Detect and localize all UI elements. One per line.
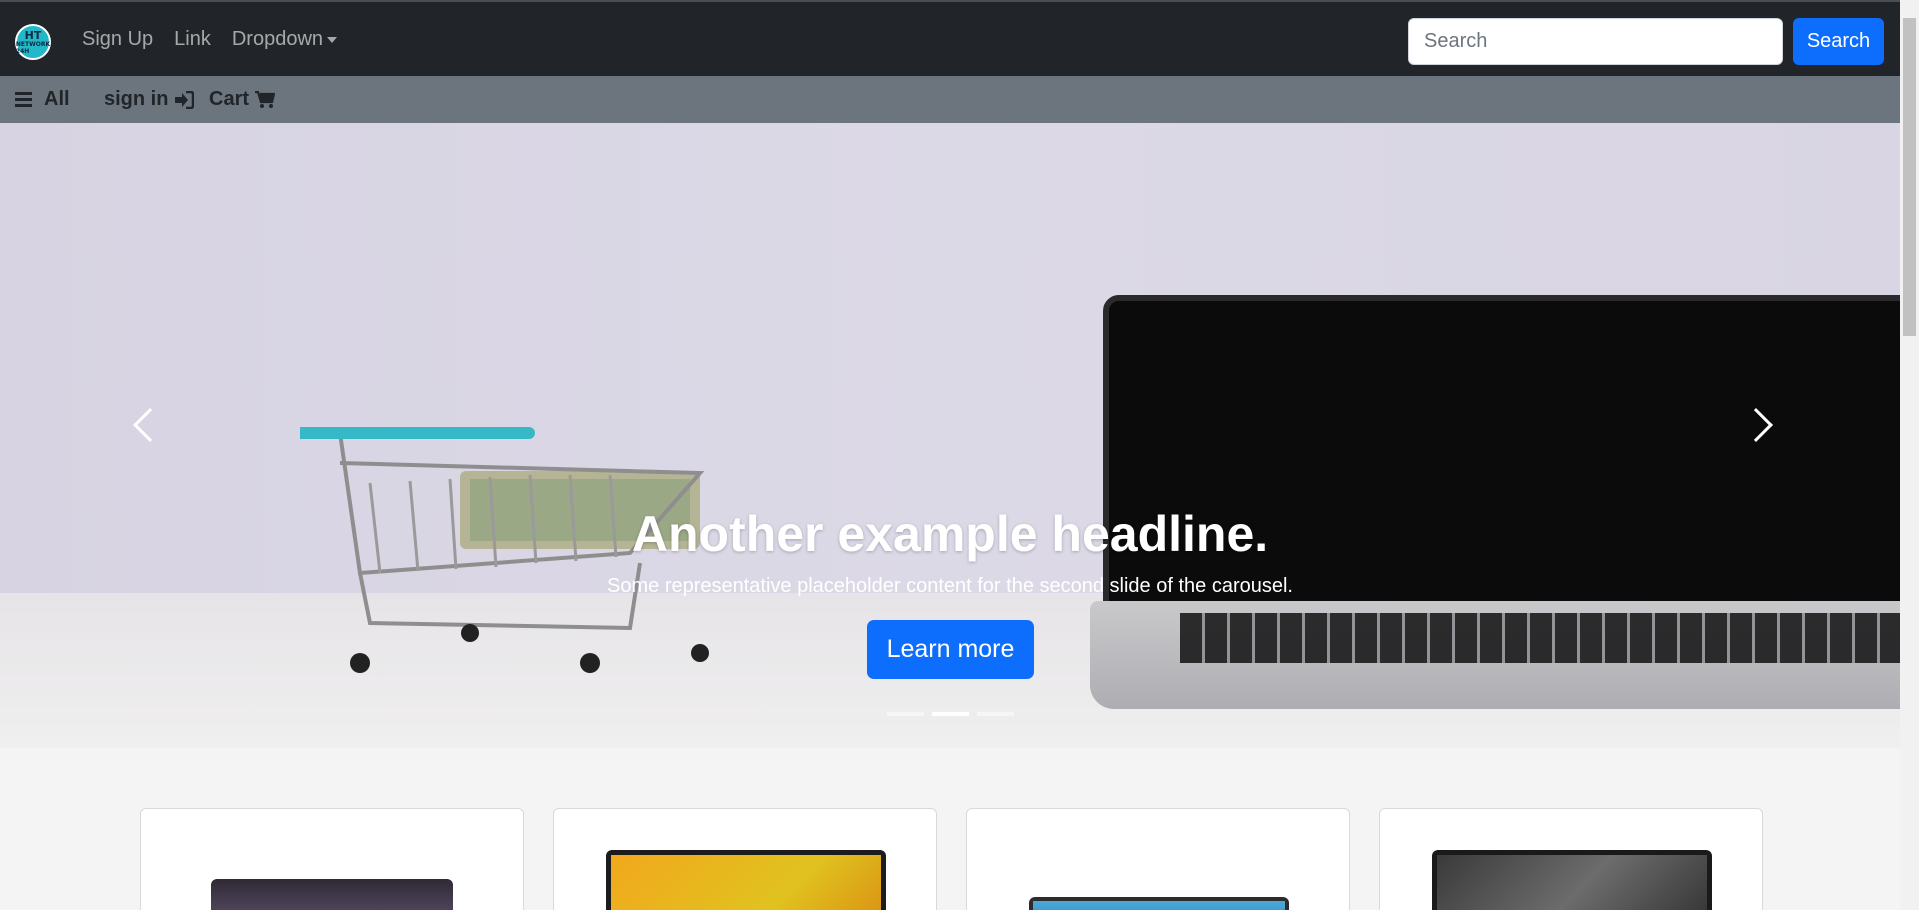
laptop-image [1103,295,1900,615]
caret-down-icon [327,36,338,43]
top-nav-links: Sign Up Link Dropdown [82,28,338,51]
brand-logo[interactable]: HT NETWORK 24H [15,24,51,60]
learn-more-button[interactable]: Learn more [867,620,1034,679]
product-card[interactable] [553,808,937,910]
carousel-text: Some representative placeholder content … [607,575,1293,597]
carousel-indicator-2[interactable] [932,712,969,716]
carousel-indicator-3[interactable] [977,712,1014,716]
nav-link-link[interactable]: Link [174,28,211,51]
product-image [1029,897,1289,910]
product-image [606,850,886,910]
cart-icon [255,90,276,108]
cart-link[interactable]: Cart [209,88,276,111]
nav-dropdown[interactable]: Dropdown [231,28,338,51]
hero-carousel: Another example headline. Some represent… [0,123,1900,748]
scrollbar-thumb[interactable] [1903,18,1916,336]
product-card[interactable] [140,808,524,910]
top-navbar: HT NETWORK 24H Sign Up Link Dropdown Sea… [0,0,1900,76]
carousel-indicator-1[interactable] [887,712,924,716]
sign-in-icon [175,90,195,109]
search-input[interactable] [1408,18,1783,65]
all-label: All [44,88,70,110]
secondary-navbar: All sign in Cart [0,76,1900,123]
search-button[interactable]: Search [1793,18,1884,65]
product-image [1432,850,1712,910]
cart-label: Cart [209,88,250,110]
sign-in-label: sign in [104,88,169,110]
product-image [211,879,453,910]
carousel-headline: Another example headline. [631,506,1269,562]
product-card[interactable] [1379,808,1763,910]
bars-icon [15,92,32,107]
page-scrollbar[interactable] [1900,0,1919,910]
nav-dropdown-label: Dropdown [231,28,324,50]
nav-link-sign-up[interactable]: Sign Up [82,28,153,51]
laptop-keyboard-image [1180,613,1900,663]
product-card[interactable] [966,808,1350,910]
all-categories-button[interactable]: All [15,88,70,111]
sign-in-link[interactable]: sign in [104,88,195,111]
carousel-indicators [887,712,1014,716]
